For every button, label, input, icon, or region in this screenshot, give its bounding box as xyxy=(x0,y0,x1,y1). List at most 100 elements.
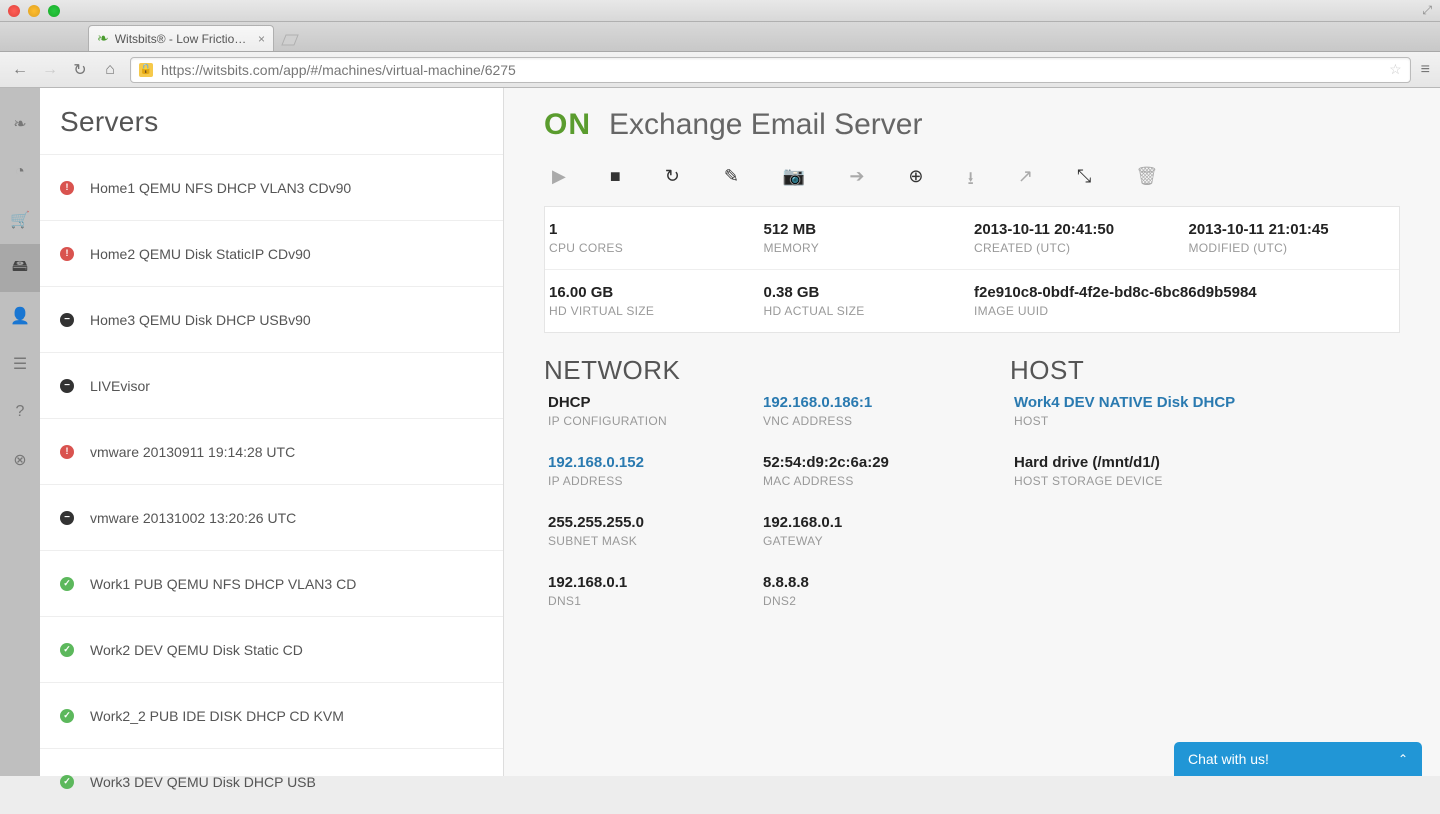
icon-rail: ❧ ◔ 🛒 🖴 👤 ☰ ? ⊗ xyxy=(0,88,40,776)
status-dot-icon: ! xyxy=(60,181,74,195)
net-mac: 52:54:d9:2c:6a:29MAC ADDRESS xyxy=(759,454,970,488)
browser-toolbar: ← → ↻ ⌂ 🔒 https://witsbits.com/app/#/mac… xyxy=(0,52,1440,88)
rail-cart-icon[interactable]: 🛒 xyxy=(0,196,40,244)
server-item-label: Home3 QEMU Disk DHCP USBv90 xyxy=(90,312,311,328)
status-dot-icon: ! xyxy=(60,247,74,261)
server-list-item[interactable]: Home3 QEMU Disk DHCP USBv90 xyxy=(40,286,503,352)
net-vnc: 192.168.0.186:1VNC ADDRESS xyxy=(759,394,970,428)
bookmark-star-icon[interactable]: ☆ xyxy=(1389,61,1402,78)
traffic-lights xyxy=(8,5,60,17)
server-list-item[interactable]: LIVEvisor xyxy=(40,352,503,418)
server-list-item[interactable]: ! Home1 QEMU NFS DHCP VLAN3 CDv90 xyxy=(40,154,503,220)
status-dot-icon xyxy=(60,379,74,393)
server-list-item[interactable]: ! Home2 QEMU Disk StaticIP CDv90 xyxy=(40,220,503,286)
server-list-item[interactable]: ! vmware 20130911 19:14:28 UTC xyxy=(40,418,503,484)
back-button[interactable]: ← xyxy=(10,61,30,79)
server-list-title: Servers xyxy=(40,88,503,154)
tabstrip: ❧ Witsbits® - Low Friction V × xyxy=(0,22,1440,52)
stat-hd-virtual: 16.00 GB HD VIRTUAL SIZE xyxy=(545,284,760,318)
browser-tab[interactable]: ❧ Witsbits® - Low Friction V × xyxy=(88,25,274,51)
main-panel: ON Exchange Email Server ▶ ■ ↻ ✎ 📷 ➔ ⊕ ⭳… xyxy=(504,88,1440,776)
server-list-item[interactable]: ✓ Work1 PUB QEMU NFS DHCP VLAN3 CD xyxy=(40,550,503,616)
lock-icon: 🔒 xyxy=(139,63,153,77)
add-icon[interactable]: ⊕ xyxy=(908,166,923,196)
server-list-item[interactable]: ✓ Work2_2 PUB IDE DISK DHCP CD KVM xyxy=(40,682,503,748)
vm-stats-panel: 1 CPU CORES 512 MB MEMORY 2013-10-11 20:… xyxy=(544,206,1400,333)
reload-button[interactable]: ↻ xyxy=(70,60,90,80)
rail-list-icon[interactable]: ☰ xyxy=(0,340,40,388)
server-item-label: Work1 PUB QEMU NFS DHCP VLAN3 CD xyxy=(90,576,356,592)
chrome-menu-button[interactable]: ≡ xyxy=(1421,61,1430,79)
chat-widget[interactable]: Chat with us! ⌃ xyxy=(1174,742,1422,776)
rail-user-icon[interactable]: 👤 xyxy=(0,292,40,340)
export-icon[interactable]: ↗ xyxy=(1018,166,1033,196)
stat-image-uuid: f2e910c8-0bdf-4f2e-bd8c-6bc86d9b5984 IMA… xyxy=(970,284,1399,318)
rail-help-icon[interactable]: ? xyxy=(0,388,40,436)
titlebar: ⤢ xyxy=(0,0,1440,22)
restart-icon[interactable]: ↻ xyxy=(665,166,680,196)
server-list-item[interactable]: ✓Work3 DEV QEMU Disk DHCP USB xyxy=(40,748,503,814)
status-dot-icon xyxy=(60,511,74,525)
url-text: https://witsbits.com/app/#/machines/virt… xyxy=(161,62,516,78)
stat-memory: 512 MB MEMORY xyxy=(760,221,971,255)
vm-status: ON xyxy=(544,108,591,142)
server-list-item[interactable]: ✓ Work2 DEV QEMU Disk Static CD xyxy=(40,616,503,682)
server-item-label: Work2_2 PUB IDE DISK DHCP CD KVM xyxy=(90,708,344,724)
edit-icon[interactable]: ✎ xyxy=(724,166,739,196)
status-dot-icon: ! xyxy=(60,445,74,459)
host-title: HOST xyxy=(1010,355,1400,386)
stat-modified: 2013-10-11 21:01:45 MODIFIED (UTC) xyxy=(1185,221,1400,255)
server-item-label: vmware 20130911 19:14:28 UTC xyxy=(90,444,295,460)
status-dot-icon xyxy=(60,313,74,327)
net-dns1: 192.168.0.1DNS1 xyxy=(544,574,759,608)
home-button[interactable]: ⌂ xyxy=(100,61,120,79)
status-dot-icon: ✓ xyxy=(60,709,74,723)
net-dns2: 8.8.8.8DNS2 xyxy=(759,574,970,608)
browser-chrome: ⤢ ❧ Witsbits® - Low Friction V × ← → ↻ ⌂… xyxy=(0,0,1440,88)
leaf-icon: ❧ xyxy=(97,30,109,47)
fullscreen-icon[interactable]: ⤢ xyxy=(1422,3,1432,18)
status-dot-icon: ✓ xyxy=(60,643,74,657)
server-item-label: Home2 QEMU Disk StaticIP CDv90 xyxy=(90,246,311,262)
play-icon[interactable]: ▶ xyxy=(552,166,566,196)
server-list-item[interactable]: vmware 20131002 13:20:26 UTC xyxy=(40,484,503,550)
net-gateway: 192.168.0.1GATEWAY xyxy=(759,514,970,548)
stop-icon[interactable]: ■ xyxy=(610,166,621,196)
compress-icon[interactable]: ⤡ xyxy=(1077,166,1091,196)
rail-close-icon[interactable]: ⊗ xyxy=(0,436,40,484)
chat-label: Chat with us! xyxy=(1188,751,1269,767)
server-list-panel: Servers ! Home1 QEMU NFS DHCP VLAN3 CDv90… xyxy=(40,88,504,776)
minimize-window-button[interactable] xyxy=(28,5,40,17)
vm-name: Exchange Email Server xyxy=(609,108,922,142)
download-icon[interactable]: ⭳ xyxy=(968,166,974,196)
vm-actions: ▶ ■ ↻ ✎ 📷 ➔ ⊕ ⭳ ↗ ⤡ 🗑 xyxy=(544,166,1400,196)
net-ip-address: 192.168.0.152IP ADDRESS xyxy=(544,454,759,488)
status-dot-icon: ✓ xyxy=(60,775,74,789)
vm-header: ON Exchange Email Server xyxy=(544,108,1400,142)
server-item-label: Home1 QEMU NFS DHCP VLAN3 CDv90 xyxy=(90,180,351,196)
server-item-label: Work2 DEV QEMU Disk Static CD xyxy=(90,642,303,658)
delete-icon[interactable]: 🗑 xyxy=(1135,166,1158,196)
chevron-up-icon: ⌃ xyxy=(1398,752,1408,766)
server-item-label: LIVEvisor xyxy=(90,378,150,394)
url-bar[interactable]: 🔒 https://witsbits.com/app/#/machines/vi… xyxy=(130,57,1411,83)
close-window-button[interactable] xyxy=(8,5,20,17)
stat-cpu-cores: 1 CPU CORES xyxy=(545,221,760,255)
migrate-icon[interactable]: ➔ xyxy=(849,166,864,196)
stat-hd-actual: 0.38 GB HD ACTUAL SIZE xyxy=(760,284,971,318)
host-storage: Hard drive (/mnt/d1/)HOST STORAGE DEVICE xyxy=(1010,454,1400,488)
server-item-label: vmware 20131002 13:20:26 UTC xyxy=(90,510,296,526)
rail-clock-icon[interactable]: ◔ xyxy=(0,148,40,196)
new-tab-button[interactable] xyxy=(280,31,300,49)
tab-title: Witsbits® - Low Friction V xyxy=(115,32,252,46)
host-name: Work4 DEV NATIVE Disk DHCPHOST xyxy=(1010,394,1400,428)
rail-leaf-icon[interactable]: ❧ xyxy=(0,100,40,148)
status-dot-icon: ✓ xyxy=(60,577,74,591)
zoom-window-button[interactable] xyxy=(48,5,60,17)
forward-button[interactable]: → xyxy=(40,61,60,79)
rail-server-icon[interactable]: 🖴 xyxy=(0,244,40,292)
net-ip-config: DHCPIP CONFIGURATION xyxy=(544,394,759,428)
snapshot-icon[interactable]: 📷 xyxy=(783,166,805,196)
stat-created: 2013-10-11 20:41:50 CREATED (UTC) xyxy=(970,221,1185,255)
close-tab-icon[interactable]: × xyxy=(258,32,265,46)
